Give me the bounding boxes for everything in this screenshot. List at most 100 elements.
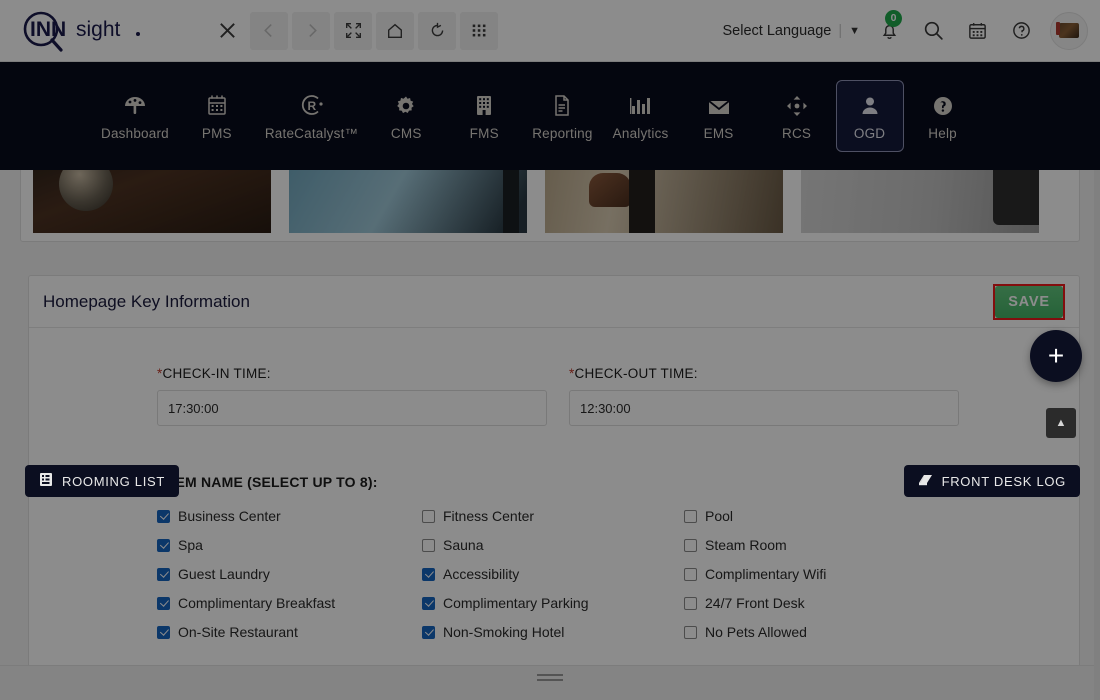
nav-label: Reporting: [532, 126, 593, 141]
checkbox-label: Accessibility: [443, 566, 520, 582]
nav-label: CMS: [390, 126, 422, 141]
checkbox-box[interactable]: [422, 509, 435, 523]
fullscreen-icon[interactable]: [334, 11, 372, 50]
checkbox-non-smoking-hotel[interactable]: Non-Smoking Hotel: [422, 624, 684, 640]
checkbox-box[interactable]: [684, 596, 697, 610]
checkbox-box[interactable]: [157, 538, 170, 552]
svg-text:INN: INN: [30, 18, 66, 41]
check-out-time-label: *CHECK-OUT TIME:: [569, 366, 959, 381]
nav-item-fms[interactable]: FMS: [445, 82, 523, 150]
checkbox-24-7-front-desk[interactable]: 24/7 Front Desk: [684, 595, 1079, 611]
checkbox-guest-laundry[interactable]: Guest Laundry: [157, 566, 422, 582]
nav-item-ogd[interactable]: OGD: [835, 80, 904, 152]
nav-item-pms[interactable]: PMS: [178, 82, 256, 150]
check-in-time-field: *CHECK-IN TIME:: [157, 366, 547, 426]
nav-item-rcs[interactable]: RCS: [758, 82, 836, 150]
checkbox-box[interactable]: [422, 625, 435, 639]
building-icon: [474, 91, 494, 117]
checkbox-spa[interactable]: Spa: [157, 537, 422, 553]
nav-item-dashboard[interactable]: Dashboard: [92, 82, 178, 150]
checkbox-no-pets-allowed[interactable]: No Pets Allowed: [684, 624, 1079, 640]
save-button[interactable]: SAVE: [995, 285, 1063, 318]
home-icon[interactable]: [376, 11, 414, 50]
nav-item-ratecatalyst[interactable]: R RateCatalyst™: [256, 82, 367, 150]
close-icon[interactable]: [208, 12, 246, 50]
time-fields-row: *CHECK-IN TIME: *CHECK-OUT TIME:: [157, 366, 1079, 426]
checkbox-box[interactable]: [684, 567, 697, 581]
gallery-thumbnail[interactable]: [289, 170, 527, 233]
checkbox-steam-room[interactable]: Steam Room: [684, 537, 1079, 553]
nav-label: FMS: [469, 126, 499, 141]
rooming-list-button[interactable]: ROOMING LIST: [25, 465, 180, 497]
document-icon: [552, 91, 572, 117]
nav-item-help[interactable]: Help: [904, 82, 982, 150]
avatar[interactable]: [1050, 11, 1088, 50]
checkbox-box[interactable]: [157, 509, 170, 523]
save-button-highlight: SAVE: [993, 283, 1065, 320]
nav-item-analytics[interactable]: Analytics: [602, 82, 680, 150]
bar-chart-icon: [629, 91, 652, 117]
help-circle-icon[interactable]: [1006, 16, 1036, 46]
front-desk-log-button[interactable]: FRONT DESK LOG: [903, 465, 1080, 497]
forward-icon[interactable]: [292, 11, 330, 50]
gear-icon: [395, 91, 417, 117]
checkbox-complimentary-wifi[interactable]: Complimentary Wifi: [684, 566, 1079, 582]
nav-item-cms[interactable]: CMS: [367, 82, 445, 150]
checkbox-label: Complimentary Parking: [443, 595, 589, 611]
checkbox-box[interactable]: [422, 538, 435, 552]
nav-label: PMS: [201, 126, 232, 141]
chevron-down-icon: ▼: [849, 24, 860, 37]
language-selector[interactable]: Select Language | ▼: [722, 23, 860, 39]
check-in-time-input[interactable]: [157, 390, 547, 426]
card-header: Homepage Key Information SAVE: [29, 276, 1079, 328]
search-icon[interactable]: [918, 16, 948, 46]
checkbox-label: No Pets Allowed: [705, 624, 807, 640]
back-icon[interactable]: [250, 11, 288, 50]
checkbox-accessibility[interactable]: Accessibility: [422, 566, 684, 582]
calendar-icon[interactable]: [962, 16, 992, 46]
checkbox-box[interactable]: [684, 538, 697, 552]
checkbox-pool[interactable]: Pool: [684, 508, 1079, 524]
language-label: Select Language: [722, 22, 832, 39]
photo-strip: [33, 170, 1067, 233]
front-desk-log-icon: [918, 473, 933, 490]
checkbox-sauna[interactable]: Sauna: [422, 537, 684, 553]
check-out-time-input[interactable]: [569, 390, 959, 426]
checkbox-business-center[interactable]: Business Center: [157, 508, 422, 524]
checkbox-box[interactable]: [157, 567, 170, 581]
checkbox-box[interactable]: [157, 596, 170, 610]
calendar-icon: [206, 91, 228, 117]
checkbox-label: On-Site Restaurant: [178, 624, 298, 640]
checkbox-fitness-center[interactable]: Fitness Center: [422, 508, 684, 524]
apps-grid-icon[interactable]: [460, 11, 498, 50]
envelope-icon: [707, 91, 731, 117]
checkbox-box[interactable]: [684, 625, 697, 639]
bottom-resize-strip[interactable]: [0, 665, 1100, 700]
checkbox-box[interactable]: [422, 567, 435, 581]
checkbox-complimentary-parking[interactable]: Complimentary Parking: [422, 595, 684, 611]
app-window: INN sight Select Language | ▼ 0 Dashboar…: [0, 0, 1100, 700]
nav-label: OGD: [853, 126, 886, 141]
checkbox-box[interactable]: [684, 509, 697, 523]
checkbox-box[interactable]: [422, 596, 435, 610]
drag-handle-icon[interactable]: [537, 674, 563, 684]
checkbox-box[interactable]: [157, 625, 170, 639]
nav-item-ems[interactable]: EMS: [680, 82, 758, 150]
nav-item-reporting[interactable]: Reporting: [523, 82, 601, 150]
checkbox-on-site-restaurant[interactable]: On-Site Restaurant: [157, 624, 422, 640]
notifications-button[interactable]: 0: [874, 9, 904, 46]
checkbox-label: Complimentary Breakfast: [178, 595, 336, 611]
page-scrollbar[interactable]: [1094, 170, 1100, 700]
rooming-list-icon: [39, 472, 53, 490]
checkbox-label: Guest Laundry: [178, 566, 270, 582]
scroll-to-top-button[interactable]: ▲: [1046, 408, 1076, 438]
checkbox-complimentary-breakfast[interactable]: Complimentary Breakfast: [157, 595, 422, 611]
checkbox-label: Fitness Center: [443, 508, 535, 524]
gallery-thumbnail[interactable]: [801, 170, 1039, 233]
refresh-icon[interactable]: [418, 11, 456, 50]
innsight-logo[interactable]: INN sight: [18, 9, 198, 53]
gallery-thumbnail[interactable]: [545, 170, 783, 233]
gallery-thumbnail[interactable]: [33, 170, 271, 233]
ratecatalyst-icon: R: [299, 91, 325, 117]
add-floating-action-button[interactable]: +: [1030, 330, 1082, 382]
